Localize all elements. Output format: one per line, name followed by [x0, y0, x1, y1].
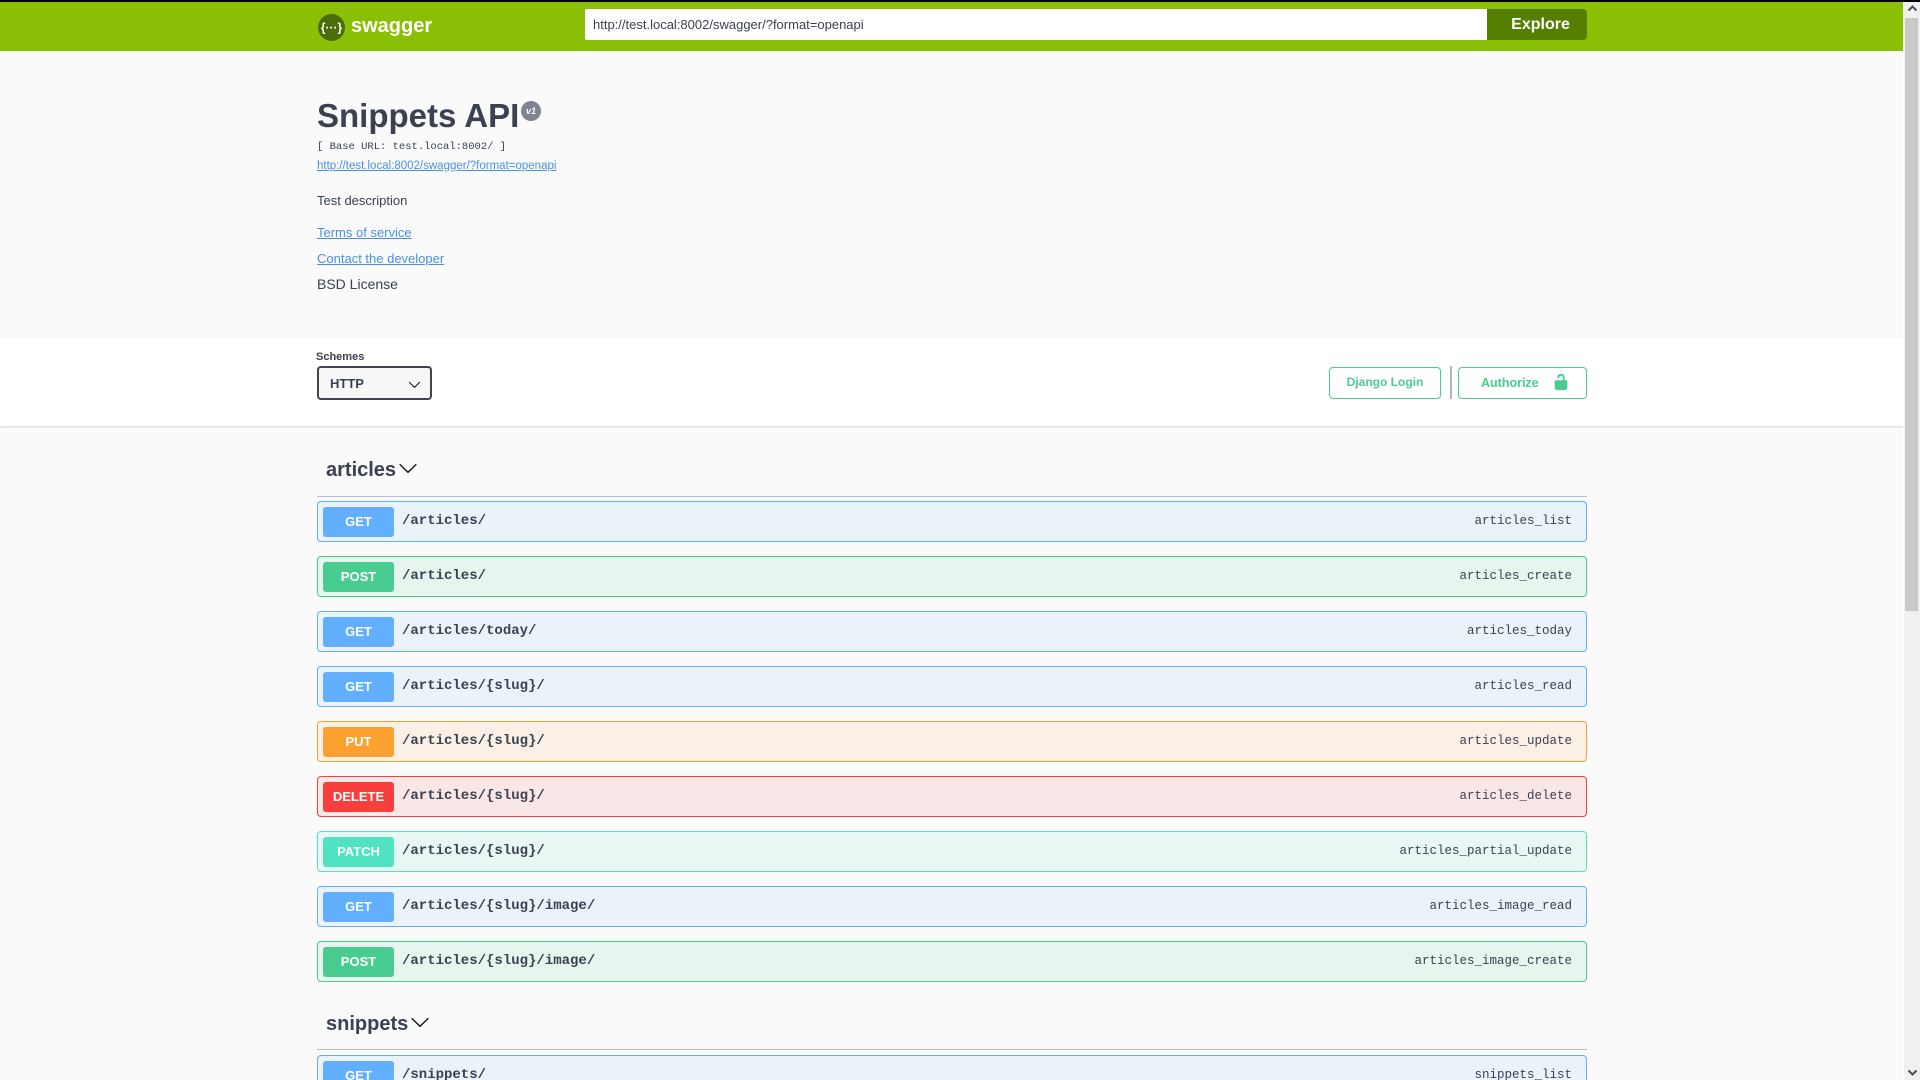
- svg-text:{···}: {···}: [321, 20, 343, 34]
